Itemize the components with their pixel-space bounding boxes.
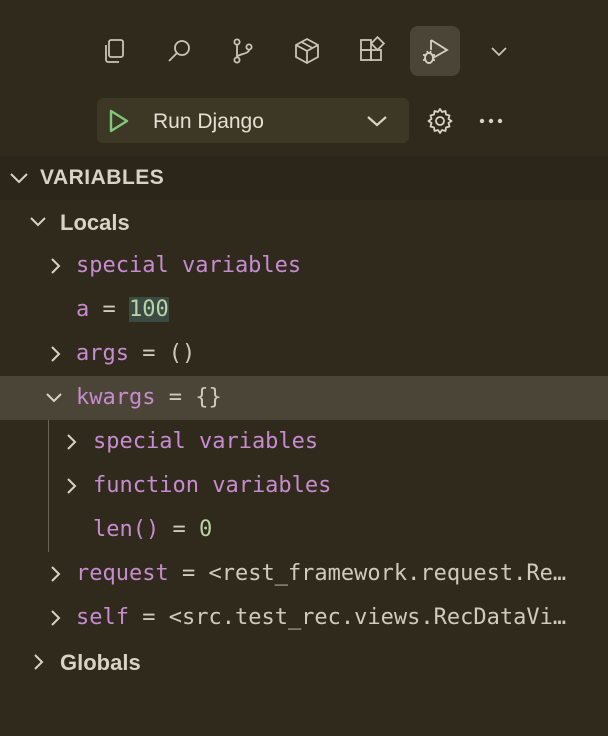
variables-section-header[interactable]: VARIABLES (0, 156, 608, 200)
tree-item-locals[interactable]: Locals (0, 200, 608, 244)
chevron-right-icon[interactable] (45, 564, 65, 584)
variable-name: a (76, 297, 90, 322)
variable-label: args = () (76, 341, 608, 366)
source-control-icon[interactable] (218, 26, 268, 76)
equals-sign: = (89, 297, 129, 322)
scope-label: Locals (60, 210, 130, 235)
variable-value: 100 (129, 297, 169, 322)
variable-label: len() = 0 (93, 517, 608, 542)
run-configuration-select[interactable]: Run Django (97, 98, 409, 143)
variable-label: self = <src.test_rec.views.RecDataVi… (76, 605, 608, 630)
variable-name: request (76, 561, 169, 586)
variable-value: () (168, 341, 196, 366)
equals-sign: = (128, 605, 169, 630)
variable-name: args (76, 341, 129, 366)
search-icon[interactable] (154, 26, 204, 76)
variable-name: kwargs (76, 385, 156, 410)
variable-name: len() (93, 517, 160, 542)
section-title: VARIABLES (40, 166, 165, 189)
chevron-right-icon[interactable] (61, 476, 81, 496)
chevron-right-icon[interactable] (45, 256, 65, 276)
tree-item-kwargs-function-variables[interactable]: function variables (0, 464, 608, 508)
equals-sign: = (128, 341, 169, 366)
variable-label: a = 100 (76, 297, 608, 322)
variable-value: <src.test_rec.views.RecDataVi… (168, 605, 567, 630)
chevron-right-icon[interactable] (45, 344, 65, 364)
run-debug-icon[interactable] (410, 26, 460, 76)
chevron-right-icon[interactable] (45, 608, 65, 628)
variable-value: {} (195, 385, 222, 410)
extensions-package-icon[interactable] (282, 26, 332, 76)
extensions-icon[interactable] (347, 26, 397, 76)
chevron-down-icon[interactable] (44, 388, 64, 408)
tree-item-self[interactable]: self = <src.test_rec.views.RecDataVi… (0, 596, 608, 640)
chevron-down-icon[interactable] (474, 26, 524, 76)
tree-item-len[interactable]: len() = 0 (0, 508, 608, 552)
tree-item-request[interactable]: request = <rest_framework.request.Re… (0, 552, 608, 596)
run-config-label: Run Django (153, 110, 264, 133)
equals-sign: = (168, 561, 209, 586)
chevron-right-icon[interactable] (61, 432, 81, 452)
gear-icon[interactable] (425, 106, 455, 136)
tree-item-kwargs-special-variables[interactable]: special variables (0, 420, 608, 464)
variable-label: kwargs = {} (76, 385, 608, 410)
tree-item-a[interactable]: a = 100 (0, 288, 608, 332)
tree-item-args[interactable]: args = () (0, 332, 608, 376)
equals-sign: = (159, 517, 199, 542)
chevron-down-icon[interactable] (8, 168, 30, 188)
variable-value: <rest_framework.request.Re… (208, 561, 567, 586)
tree-item-kwargs[interactable]: kwargs = {} (0, 376, 608, 420)
chevron-down-icon[interactable] (365, 110, 389, 132)
scope-label: Globals (60, 650, 141, 675)
tree-item-special-variables[interactable]: special variables (0, 244, 608, 288)
equals-sign: = (155, 385, 196, 410)
activity-toolbar (0, 0, 608, 96)
variable-label: request = <rest_framework.request.Re… (76, 561, 608, 586)
more-actions-icon[interactable] (476, 106, 506, 136)
chevron-down-icon[interactable] (28, 212, 48, 232)
variable-label: special variables (93, 429, 319, 454)
tree-item-globals[interactable]: Globals (0, 640, 608, 684)
variable-value: 0 (198, 517, 213, 542)
explorer-icon[interactable] (89, 26, 139, 76)
variable-name: self (76, 605, 129, 630)
variable-label: special variables (76, 253, 302, 278)
variable-label: function variables (93, 473, 332, 498)
play-icon[interactable] (107, 108, 131, 134)
chevron-right-icon[interactable] (28, 652, 48, 672)
